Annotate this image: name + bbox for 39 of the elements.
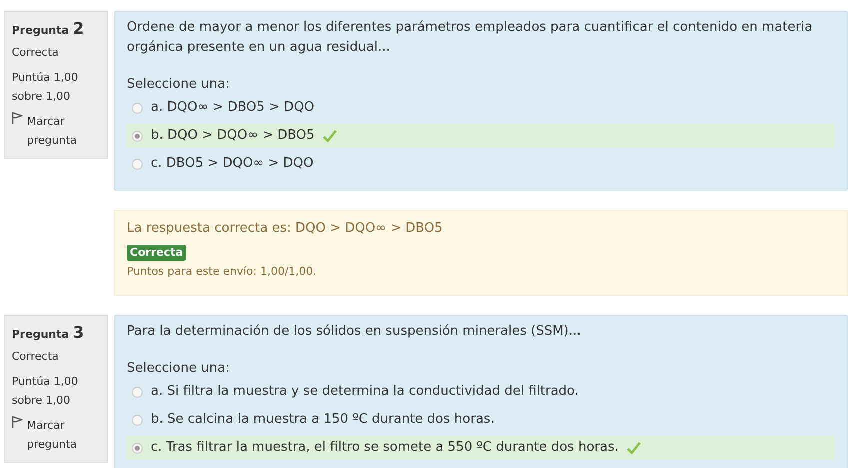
option-text: b. DQO > DQO∞ > DBO5 <box>151 127 315 146</box>
radio-button[interactable] <box>132 414 143 426</box>
flag-icon <box>12 416 23 428</box>
answer-option[interactable]: c. DBO5 > DQO∞ > DQO <box>127 152 835 176</box>
question-text: Para la determinación de los sólidos en suspensión minerales (SSM)... <box>127 323 582 341</box>
flag-question-link[interactable]: Marcar pregunta <box>27 112 92 150</box>
select-prompt: Seleccione una: <box>127 76 231 94</box>
answer-option[interactable]: a. Si filtra la muestra y se determina la conductividad del filtrado. <box>127 380 835 404</box>
option-text: a. Si filtra la muestra y se determina la conductividad del filtrado. <box>151 383 579 402</box>
option-text: b. Se calcina la muestra a 150 ºC durante dos horas. <box>151 411 495 430</box>
option-text: c. DBO5 > DQO∞ > DQO <box>151 155 314 174</box>
question-label: Pregunta <box>12 23 70 39</box>
question-text: Ordene de mayor a menor los diferentes parámetros empleados para cuantificar el contenido en materia orgánica presente en un agua residual... <box>127 19 814 57</box>
question-number: 2 <box>73 19 84 38</box>
status-badge: Correcta <box>127 245 186 261</box>
radio-button[interactable] <box>132 386 143 398</box>
radio-button[interactable] <box>132 158 143 170</box>
answer-option[interactable]: b. Se calcina la muestra a 150 ºC durante dos horas. <box>127 408 835 432</box>
answer-option[interactable]: c. Tras filtrar la muestra, el filtro se somete a 550 ºC durante dos horas. <box>127 436 835 460</box>
question-score: Puntúa 1,00 sobre 1,00 <box>12 70 80 105</box>
points-text: Puntos para este envío: 1,00/1,00. <box>127 264 318 280</box>
check-icon <box>322 130 337 142</box>
flag-question-link[interactable]: Marcar pregunta <box>27 416 92 454</box>
question-number: 3 <box>73 323 84 342</box>
question-label: Pregunta <box>12 327 70 343</box>
option-text: c. Tras filtrar la muestra, el filtro se somete a 550 ºC durante dos horas. <box>151 439 619 458</box>
answer-option[interactable]: a. DQO∞ > DBO5 > DQO <box>127 96 835 120</box>
answer-option[interactable]: b. DQO > DQO∞ > DBO5 <box>127 124 835 148</box>
check-icon <box>626 442 641 454</box>
option-text: a. DQO∞ > DBO5 > DQO <box>151 99 315 118</box>
question-status: Correcta <box>12 349 60 365</box>
correct-answer-text: La respuesta correcta es: DQO > DQO∞ > DBO5 <box>127 220 444 238</box>
flag-icon <box>12 112 23 124</box>
radio-button[interactable] <box>132 102 143 114</box>
radio-button[interactable] <box>132 130 143 142</box>
select-prompt: Seleccione una: <box>127 360 231 378</box>
question-status: Correcta <box>12 45 60 61</box>
question-score: Puntúa 1,00 sobre 1,00 <box>12 374 80 409</box>
radio-button[interactable] <box>132 442 143 454</box>
